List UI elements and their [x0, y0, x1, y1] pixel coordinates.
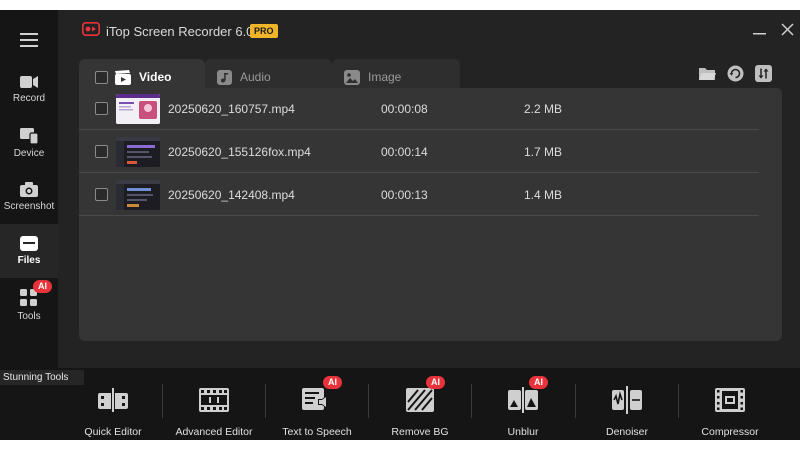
ai-badge: AI [426, 376, 445, 389]
row-checkbox[interactable] [95, 188, 108, 201]
minimize-icon [752, 32, 766, 34]
file-duration: 00:00:08 [381, 101, 428, 116]
thumbnail-preview-icon [116, 180, 160, 210]
tab-label: Audio [240, 70, 271, 84]
tool-label: Remove BG [391, 426, 449, 438]
close-icon [780, 22, 794, 36]
file-row[interactable]: 20250620_160757.mp4 00:00:08 2.2 MB [79, 88, 759, 130]
tab-label: Video [139, 70, 172, 84]
advanced-editor-button[interactable]: Advanced Editor [164, 380, 264, 438]
denoiser-waveform-icon [612, 386, 642, 414]
folder-open-icon [698, 67, 716, 80]
file-name: 20250620_160757.mp4 [168, 101, 295, 116]
text-to-speech-icon [302, 388, 327, 410]
remove-background-icon [406, 388, 434, 412]
ai-badge: AI [33, 280, 52, 293]
divider [575, 384, 576, 418]
device-icon [20, 127, 38, 144]
file-toolbar [698, 64, 772, 82]
file-duration: 00:00:13 [381, 187, 428, 202]
folder-icon [20, 236, 38, 251]
tool-label: Compressor [701, 426, 759, 438]
open-folder-button[interactable] [698, 64, 716, 82]
sort-icon [754, 64, 772, 82]
tool-label: Advanced Editor [175, 426, 253, 438]
tool-label: Unblur [507, 426, 539, 438]
row-checkbox[interactable] [95, 145, 108, 158]
sidebar-item-label: Tools [17, 310, 41, 322]
divider [471, 384, 472, 418]
file-size: 2.2 MB [524, 101, 563, 116]
thumbnail-preview-icon [116, 94, 160, 124]
remove-bg-button[interactable]: AI Remove BG [370, 376, 470, 438]
hamburger-icon [20, 33, 38, 47]
file-size: 1.7 MB [524, 144, 563, 159]
ai-badge: AI [529, 376, 548, 389]
video-clapper-icon [115, 69, 131, 85]
file-size: 1.4 MB [524, 187, 563, 202]
unblur-button[interactable]: AI Unblur [473, 376, 573, 438]
divider [265, 384, 266, 418]
tool-label: Text to Speech [282, 426, 352, 438]
app-title: iTop Screen Recorder 6.0 [106, 24, 254, 39]
sidebar-item-label: Files [17, 255, 41, 266]
file-duration: 00:00:14 [381, 144, 428, 159]
tab-label: Image [368, 70, 402, 84]
sidebar-item-screenshot[interactable]: Screenshot [0, 170, 58, 224]
thumbnail-preview-icon [116, 137, 160, 167]
tool-label: Quick Editor [84, 426, 142, 438]
sort-button[interactable] [754, 64, 772, 82]
hamburger-menu-button[interactable] [0, 20, 58, 60]
denoiser-button[interactable]: Denoiser [577, 380, 677, 438]
sidebar: Record Device Screenshot Files AI Tools [0, 10, 58, 368]
close-button[interactable] [774, 16, 800, 42]
file-list: 20250620_160757.mp4 00:00:08 2.2 MB 2025… [79, 88, 782, 341]
video-thumbnail [116, 180, 160, 210]
sidebar-item-tools[interactable]: AI Tools [0, 278, 58, 332]
camera-icon [20, 182, 38, 197]
divider [678, 384, 679, 418]
sidebar-item-device[interactable]: Device [0, 116, 58, 170]
stunning-tools-bar: Stunning Tools Quick Editor Advanced Edi… [0, 368, 800, 440]
refresh-button[interactable] [726, 64, 744, 82]
pro-badge: PRO [250, 24, 278, 38]
sidebar-item-label: Screenshot [3, 201, 55, 212]
file-name: 20250620_155126fox.mp4 [168, 144, 311, 159]
quick-editor-button[interactable]: Quick Editor [63, 380, 163, 438]
text-to-speech-button[interactable]: AI Text to Speech [267, 376, 367, 438]
sidebar-item-label: Device [13, 147, 45, 159]
app-logo-icon [82, 22, 100, 36]
tool-label: Denoiser [605, 426, 649, 438]
file-row[interactable]: 20250620_155126fox.mp4 00:00:14 1.7 MB [79, 131, 759, 173]
refresh-icon [727, 65, 743, 81]
file-name: 20250620_142408.mp4 [168, 187, 295, 202]
compressor-icon [715, 388, 745, 412]
divider [368, 384, 369, 418]
ai-badge: AI [323, 376, 342, 389]
main-area: iTop Screen Recorder 6.0 PRO Video Audio… [58, 10, 800, 368]
image-icon [344, 69, 360, 85]
select-all-checkbox[interactable] [95, 70, 108, 84]
film-strip-icon [199, 388, 229, 412]
video-thumbnail [116, 137, 160, 167]
compressor-button[interactable]: Compressor [680, 380, 780, 438]
quick-editor-icon [98, 387, 128, 413]
audio-note-icon [217, 69, 232, 85]
sidebar-item-label: Record [12, 92, 46, 104]
app-window: Record Device Screenshot Files AI Tools … [0, 0, 800, 450]
sidebar-item-files[interactable]: Files [0, 224, 58, 278]
divider [162, 384, 163, 418]
unblur-icon [508, 387, 538, 413]
sidebar-item-record[interactable]: Record [0, 62, 58, 116]
file-row[interactable]: 20250620_142408.mp4 00:00:13 1.4 MB [79, 174, 759, 216]
title-bar: iTop Screen Recorder 6.0 PRO [58, 10, 800, 50]
video-thumbnail [116, 94, 160, 124]
record-icon [20, 75, 38, 88]
minimize-button[interactable] [746, 16, 772, 42]
row-checkbox[interactable] [95, 102, 108, 115]
